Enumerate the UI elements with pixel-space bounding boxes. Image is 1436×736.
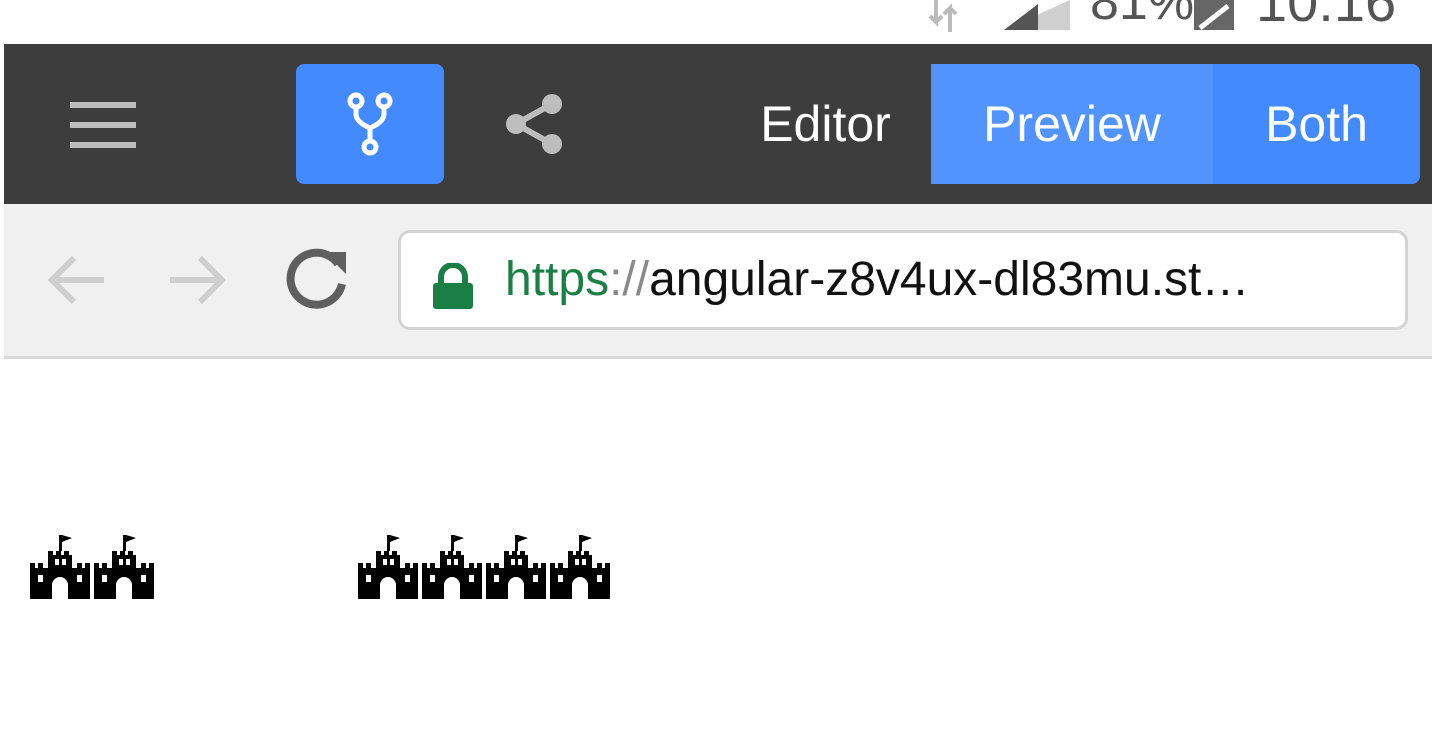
arrow-right-icon xyxy=(170,255,227,305)
view-mode-preview[interactable]: Preview xyxy=(931,64,1213,184)
reload-button[interactable] xyxy=(280,240,356,316)
castle-icon xyxy=(550,535,610,599)
view-mode-both[interactable]: Both xyxy=(1213,64,1420,184)
preview-browser-bar: https://angular-z8v4ux-dl83mu.st… xyxy=(4,204,1432,359)
battery-percentage: 81% xyxy=(1090,0,1195,31)
clock: 10:16 xyxy=(1256,0,1397,33)
battery-charging-icon xyxy=(1194,0,1234,30)
signal-icon xyxy=(1004,0,1070,30)
menu-button[interactable] xyxy=(62,94,142,154)
fork-button[interactable] xyxy=(296,64,444,184)
back-button[interactable] xyxy=(42,244,114,316)
fork-icon xyxy=(347,92,393,156)
castle-icon xyxy=(94,535,154,599)
preview-content xyxy=(0,359,1436,736)
editor-toolbar: Editor Preview Both xyxy=(4,44,1432,204)
view-mode-toggle: Preview Both xyxy=(931,64,1420,184)
hamburger-menu-icon xyxy=(70,102,136,148)
url-scheme: https xyxy=(505,253,610,306)
data-transfer-icon xyxy=(928,0,958,32)
url-text: https://angular-z8v4ux-dl83mu.st… xyxy=(505,233,1375,327)
url-bar[interactable]: https://angular-z8v4ux-dl83mu.st… xyxy=(398,230,1408,330)
reload-icon xyxy=(286,248,346,309)
castle-group-first xyxy=(28,535,156,599)
lock-icon xyxy=(433,263,473,309)
castle-group-second xyxy=(356,535,612,599)
castle-icon xyxy=(422,535,482,599)
share-button[interactable] xyxy=(496,86,572,162)
castle-icon xyxy=(486,535,546,599)
view-mode-editor[interactable]: Editor xyxy=(720,64,931,184)
castle-icon xyxy=(30,535,90,599)
url-host: angular-z8v4ux-dl83mu.st… xyxy=(649,253,1250,306)
share-icon xyxy=(506,94,562,154)
forward-button[interactable] xyxy=(160,244,232,316)
url-separator: :// xyxy=(609,253,650,306)
castle-icon xyxy=(358,535,418,599)
status-bar: 81% 10:16 xyxy=(0,0,1436,44)
arrow-left-icon xyxy=(47,255,104,305)
